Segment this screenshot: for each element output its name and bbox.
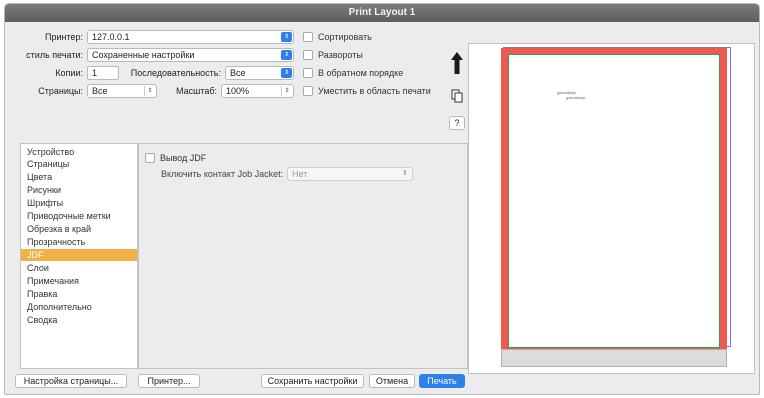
category-item-colors[interactable]: Цвета <box>21 171 137 183</box>
jdf-settings-panel: Вывод JDF Включить контакт Job Jacket: Н… <box>138 143 468 369</box>
category-item-edit[interactable]: Правка <box>21 288 137 300</box>
sequence-select[interactable]: Все ⇕ <box>225 66 294 80</box>
sequence-value: Все <box>230 68 246 78</box>
print-style-value: Сохраненные настройки <box>92 50 195 60</box>
job-jacket-contact-select[interactable]: Нет ⇕ <box>287 167 413 181</box>
fit-to-print-area-checkbox[interactable]: Уместить в область печати <box>303 86 431 96</box>
copy-pages-icon[interactable] <box>451 89 464 103</box>
print-dialog: Print Layout 1 Принтер: 127.0.0.1 ⇕ стил… <box>4 3 760 395</box>
scale-label: Масштаб: <box>175 86 217 96</box>
scale-select[interactable]: 100% ⇕ <box>221 84 294 98</box>
pages-value: Все <box>92 86 108 96</box>
category-item-device[interactable]: Устройство <box>21 146 137 158</box>
pages-select[interactable]: Все ⇕ <box>87 84 157 98</box>
jdf-output-checkbox[interactable]: Вывод JDF <box>145 153 206 163</box>
copies-label: Копии: <box>55 68 83 78</box>
sequence-label: Последовательность: <box>130 68 221 78</box>
collate-checkbox[interactable]: Сортировать <box>303 32 372 42</box>
jdf-output-label: Вывод JDF <box>160 153 207 163</box>
copies-input[interactable]: 1 <box>87 66 119 80</box>
category-item-marks[interactable]: Приводочные метки <box>21 210 137 222</box>
chevron-updown-icon: ⇕ <box>281 86 292 96</box>
save-settings-button[interactable]: Сохранить настройки <box>261 374 364 388</box>
scale-value: 100% <box>226 86 250 96</box>
printer-button[interactable]: Принтер... <box>138 374 200 388</box>
preview-footer <box>501 349 727 367</box>
printer-value: 127.0.0.1 <box>92 32 130 42</box>
category-item-pages[interactable]: Страницы <box>21 158 137 170</box>
print-style-select[interactable]: Сохраненные настройки ⇕ <box>87 48 294 62</box>
chevron-updown-icon: ⇕ <box>281 50 292 60</box>
help-button[interactable]: ? <box>449 116 465 130</box>
category-item-transparency[interactable]: Прозрачность <box>21 236 137 248</box>
preview-text-2: gdsmdsnjn <box>566 95 586 100</box>
printer-select[interactable]: 127.0.0.1 ⇕ <box>87 30 294 44</box>
window-title: Print Layout 1 <box>5 4 759 22</box>
chevron-updown-icon: ⇕ <box>281 68 292 78</box>
print-style-label: стиль печати: <box>26 50 83 60</box>
reverse-order-label: В обратном порядке <box>318 68 404 78</box>
cancel-button[interactable]: Отмена <box>369 374 415 388</box>
spreads-label: Развороты <box>318 50 363 60</box>
category-list: Устройство Страницы Цвета Рисунки Шрифты… <box>20 143 138 369</box>
reverse-order-checkbox[interactable]: В обратном порядке <box>303 68 403 78</box>
category-item-fonts[interactable]: Шрифты <box>21 197 137 209</box>
printer-label: Принтер: <box>44 32 83 42</box>
category-item-advanced[interactable]: Дополнительно <box>21 301 137 313</box>
page-setup-button[interactable]: Настройка страницы... <box>15 374 127 388</box>
category-item-pictures[interactable]: Рисунки <box>21 184 137 196</box>
job-jacket-contact-value: Нет <box>292 169 308 179</box>
job-jacket-contact-label: Включить контакт Job Jacket: <box>161 169 284 179</box>
orientation-arrow-icon[interactable] <box>451 52 463 74</box>
page-area: gdsmdsnjn gdsmdsnjn <box>508 54 720 348</box>
category-item-jdf[interactable]: JDF <box>21 249 137 261</box>
collate-label: Сортировать <box>318 32 372 42</box>
spreads-checkbox[interactable]: Развороты <box>303 50 363 60</box>
print-button[interactable]: Печать <box>419 374 465 388</box>
category-item-notes[interactable]: Примечания <box>21 275 137 287</box>
category-item-layers[interactable]: Слои <box>21 262 137 274</box>
chevron-updown-icon: ⇕ <box>402 170 408 177</box>
chevron-updown-icon: ⇕ <box>144 86 155 96</box>
pages-label: Страницы: <box>38 86 83 96</box>
category-item-summary[interactable]: Сводка <box>21 314 137 326</box>
fit-to-print-area-label: Уместить в область печати <box>318 86 431 96</box>
chevron-updown-icon: ⇕ <box>281 32 292 42</box>
category-item-bleed[interactable]: Обрезка в край <box>21 223 137 235</box>
page-preview: gdsmdsnjn gdsmdsnjn <box>468 43 755 374</box>
